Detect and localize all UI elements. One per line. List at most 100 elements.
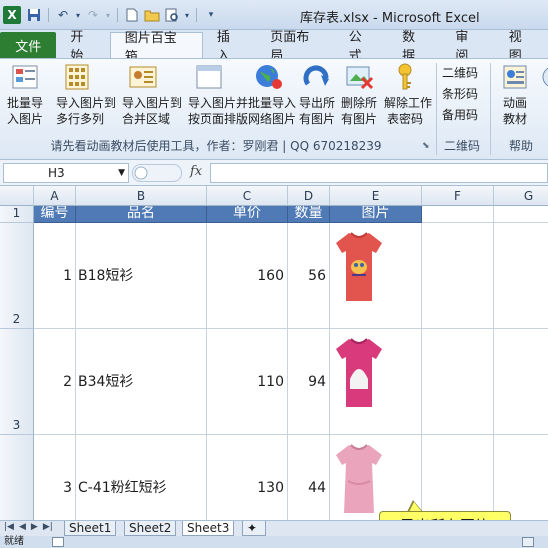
image-list-icon [12, 65, 38, 89]
table-cell-qty[interactable]: 56 [288, 223, 330, 329]
redo-icon[interactable]: ↷ [85, 7, 101, 23]
undo-icon[interactable]: ↶ [55, 7, 71, 23]
new-document-icon[interactable] [124, 7, 140, 23]
prev-sheet-icon[interactable]: ◀ [19, 522, 26, 532]
print-preview-icon[interactable] [164, 7, 180, 23]
tab-insert[interactable]: 插入 [203, 30, 256, 64]
worksheet-grid[interactable]: A B C D E F G 1 2 3 编号 品名 单价 数量 图片 1 B18… [0, 186, 548, 520]
column-header-f[interactable]: F [422, 186, 494, 206]
tab-page-layout[interactable]: 页面布局 [256, 30, 335, 64]
batch-import-pictures-button[interactable]: 批量导 入图片 [4, 62, 46, 132]
table-cell-qty[interactable]: 94 [288, 329, 330, 435]
pink-tshirt-image[interactable] [334, 335, 384, 411]
redo-dropdown-icon[interactable]: ▾ [105, 7, 111, 23]
table-cell-price[interactable]: 160 [207, 223, 288, 329]
import-page-layout-button[interactable]: 导入图片并 按页面排版 [188, 62, 248, 132]
open-folder-icon[interactable] [144, 7, 160, 23]
button-label: 表密码 [386, 112, 423, 126]
sheet-tab-sheet1[interactable]: Sheet1 [64, 521, 117, 536]
tab-view[interactable]: 视图 [495, 30, 548, 64]
tab-formulas[interactable]: 公式 [335, 30, 388, 64]
row-header-2[interactable]: 2 [0, 223, 34, 329]
tab-review[interactable]: 审阅 [441, 30, 494, 64]
tab-home[interactable]: 开始 [56, 30, 109, 64]
table-cell-picture[interactable] [330, 329, 422, 435]
qrcode-button[interactable]: 二维码 [442, 63, 486, 84]
tab-data[interactable]: 数据 [388, 30, 441, 64]
import-to-multi-rows-button[interactable]: 导入图片到 多行多列 [56, 62, 116, 132]
more-ribbon-button[interactable] [538, 62, 548, 132]
tab-file[interactable]: 文件 [0, 32, 57, 58]
cell[interactable] [422, 329, 494, 435]
button-label: 网络图片 [248, 112, 297, 126]
table-cell-qty[interactable]: 44 [288, 435, 330, 520]
column-header-a[interactable]: A [34, 186, 76, 206]
cell[interactable] [422, 223, 494, 329]
table-cell-price[interactable]: 110 [207, 329, 288, 435]
column-header-g[interactable]: G [494, 186, 548, 206]
dialog-launcher-icon[interactable]: ⬊ [422, 141, 430, 151]
ribbon-panel: 批量导 入图片 导入图片到 多行多列 导入图片到 合并区域 导入图片并 按页面排… [0, 58, 548, 160]
undo-dropdown-icon[interactable]: ▾ [75, 7, 81, 23]
export-all-pictures-button[interactable]: 导出所 有图片 [296, 62, 338, 132]
table-cell-id[interactable]: 1 [34, 223, 76, 329]
cell[interactable] [494, 329, 548, 435]
button-label: 多行多列 [56, 112, 105, 126]
batch-import-web-pictures-button[interactable]: 批量导入 网络图片 [248, 62, 297, 132]
red-tshirt-image[interactable] [334, 229, 384, 305]
row-header-3[interactable]: 3 [0, 329, 34, 435]
insert-sheet-icon[interactable]: ✦ [242, 521, 266, 536]
table-cell-name[interactable]: C-41粉红短衫 [76, 435, 207, 520]
sheet-tabs-bar: |◀ ◀ ▶ ▶| Sheet1 Sheet2 Sheet3 ✦ [0, 520, 548, 536]
qat-dropdown-icon[interactable]: ▾ [184, 7, 190, 23]
column-header-d[interactable]: D [288, 186, 330, 206]
next-sheet-icon[interactable]: ▶ [31, 522, 38, 532]
cell[interactable] [494, 206, 548, 223]
header-cell-name[interactable]: 品名 [76, 206, 207, 223]
header-cell-picture[interactable]: 图片 [330, 206, 422, 223]
save-icon[interactable] [26, 7, 42, 23]
table-cell-price[interactable]: 130 [207, 435, 288, 520]
column-header-e[interactable]: E [330, 186, 422, 206]
macro-record-icon[interactable] [52, 537, 64, 547]
light-pink-tshirt-image[interactable] [334, 441, 384, 517]
first-sheet-icon[interactable]: |◀ [4, 522, 14, 532]
insert-function-icon[interactable]: fx [190, 164, 202, 179]
formula-input[interactable] [210, 163, 548, 183]
animation-tutorial-button[interactable]: 动画 教材 [494, 62, 536, 132]
unlock-sheet-password-button[interactable]: 解除工作 表密码 [384, 62, 432, 132]
import-to-merged-area-button[interactable]: 导入图片到 合并区域 [122, 62, 182, 132]
table-cell-id[interactable]: 2 [34, 329, 76, 435]
row-header-4[interactable] [0, 435, 34, 520]
cell[interactable] [494, 435, 548, 520]
barcode-button[interactable]: 条形码 [442, 84, 486, 105]
table-cell-picture[interactable] [330, 223, 422, 329]
table-cell-name[interactable]: B34短衫 [76, 329, 207, 435]
normal-view-icon[interactable] [522, 537, 534, 547]
backup-code-button[interactable]: 备用码 [442, 105, 486, 126]
formula-bar-resize-handle[interactable] [132, 164, 182, 182]
cell[interactable] [422, 435, 494, 520]
chevron-down-icon[interactable]: ▼ [118, 164, 125, 182]
customize-qat-icon[interactable]: ▾ [203, 7, 219, 23]
cell[interactable] [494, 223, 548, 329]
column-header-c[interactable]: C [207, 186, 288, 206]
header-cell-qty[interactable]: 数量 [288, 206, 330, 223]
row-header-1[interactable]: 1 [0, 206, 34, 223]
header-cell-id[interactable]: 编号 [34, 206, 76, 223]
tab-picture-toolbox[interactable]: 图片百宝箱 [109, 31, 203, 65]
table-cell-name[interactable]: B18短衫 [76, 223, 207, 329]
last-sheet-icon[interactable]: ▶| [43, 522, 53, 532]
sheet-tab-sheet2[interactable]: Sheet2 [124, 521, 177, 536]
row-number: 1 [12, 206, 21, 220]
cell[interactable] [422, 206, 494, 223]
delete-all-pictures-button[interactable]: 删除所 有图片 [338, 62, 380, 132]
table-cell-id[interactable]: 3 [34, 435, 76, 520]
name-box[interactable]: H3 ▼ [3, 163, 129, 183]
select-all-corner[interactable] [0, 186, 34, 206]
column-header-b[interactable]: B [76, 186, 207, 206]
button-label: 入图片 [6, 112, 43, 126]
excel-logo-icon[interactable]: X [3, 6, 21, 24]
header-cell-price[interactable]: 单价 [207, 206, 288, 223]
sheet-tab-sheet3[interactable]: Sheet3 [182, 521, 235, 536]
